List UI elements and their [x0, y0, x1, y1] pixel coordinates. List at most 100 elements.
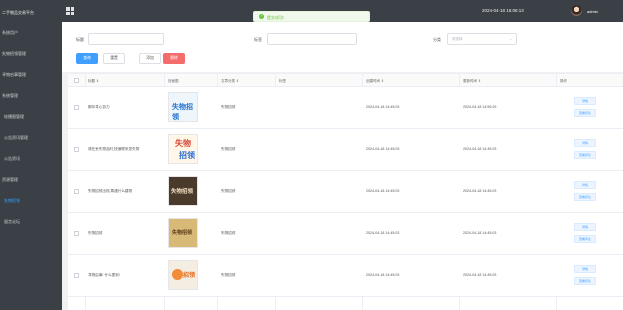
row-actions: 详情 查看评论: [574, 181, 596, 205]
row-category: 失物招领: [221, 105, 236, 109]
sidebar-item[interactable]: 失物招领: [0, 190, 62, 211]
row-updated: 2024-04-18 14:45:03: [463, 189, 497, 193]
row-title: 脚印寻心协力: [88, 105, 110, 109]
header-updated[interactable]: 更新时间 ⇕: [463, 79, 481, 84]
title-input[interactable]: [88, 33, 164, 45]
table-row[interactable]: 寻物启事! 什么提到! 失物招领 2024-04-18 14:45:03 2024-0…: [68, 255, 623, 297]
add-button[interactable]: 添加: [139, 53, 161, 64]
row-title: 失物招领出现,寒遇什么建物: [88, 189, 133, 193]
row-actions: 详情 查看评论: [574, 97, 596, 121]
row-created: 2024-04-18 14:45:03: [366, 105, 400, 109]
reset-button[interactable]: 重置: [103, 53, 125, 64]
row-title: 请在丢失物品时,快速联系您失物: [88, 147, 140, 151]
sidebar-item[interactable]: 轮播图管理: [0, 106, 62, 127]
check-icon: ✓: [259, 14, 264, 19]
detail-button[interactable]: 详情: [574, 181, 596, 189]
row-checkbox[interactable]: [74, 147, 79, 152]
row-actions: 详情 查看评论: [574, 139, 596, 163]
watermark: CSDN @MZ_ZXD001: [510, 296, 593, 305]
row-created: 2024-04-18 14:45:03: [366, 147, 400, 151]
thumb-text: 招领: [179, 151, 195, 160]
row-checkbox[interactable]: [74, 105, 79, 110]
data-table: 标题 ⇕ 封面图 文章分类 ⇕ 标签 创建时间 ⇕ 更新时间 ⇕ 操作 脚印寻心…: [68, 73, 623, 310]
row-actions: 详情 查看评论: [574, 265, 596, 289]
category-select-value: 请选择: [452, 37, 463, 41]
sidebar-item[interactable]: 失物招领管理: [0, 43, 62, 64]
title-label: 标题: [76, 37, 84, 42]
thumb-text: 失物招领: [172, 104, 193, 121]
table-header: 标题 ⇕ 封面图 文章分类 ⇕ 标签 创建时间 ⇕ 更新时间 ⇕ 操作: [68, 74, 623, 87]
app-brand: 二手物品交易平台: [2, 10, 34, 15]
sidebar-item[interactable]: 资源管理: [0, 169, 62, 190]
row-created: 2024-04-18 14:45:03: [366, 231, 400, 235]
row-created: 2024-04-18 14:45:03: [366, 273, 400, 277]
sidebar: 二手物品交易平台 系统用户 失物招领管理 寻物启事管理 系统管理 轮播图管理 公告资讯管理…: [0, 0, 62, 310]
row-actions: 详情 查看评论: [574, 223, 596, 247]
select-all-checkbox[interactable]: [74, 78, 79, 83]
view-comments-button[interactable]: 查看评论: [574, 193, 596, 201]
toast-message: 提交成功!: [267, 15, 285, 20]
row-updated: 2024-04-18 14:45:03: [463, 231, 497, 235]
username[interactable]: admin: [587, 9, 598, 14]
table-row[interactable]: 脚印寻心协力 失物招领 2024-04-18 14:45:03 2024-04-18 …: [68, 87, 623, 129]
row-updated: 2024-04-18 14:45:03: [463, 147, 497, 151]
cover-thumbnail: 失物招领: [168, 134, 198, 164]
sidebar-item[interactable]: 公告资讯: [0, 148, 62, 169]
chevron-down-icon: ⌄: [509, 37, 512, 41]
sidebar-item[interactable]: 系统管理: [0, 85, 62, 106]
table-row[interactable]: 请在丢失物品时,快速联系您失物 失物招领 2024-04-18 14:45:03 20…: [68, 129, 623, 171]
menu-grid-icon[interactable]: [66, 7, 74, 15]
tag-input[interactable]: [267, 33, 357, 45]
category-label: 分类: [433, 37, 441, 42]
delete-button[interactable]: 删除: [163, 53, 185, 64]
view-comments-button[interactable]: 查看评论: [574, 235, 596, 243]
success-toast: ✓ 提交成功!: [253, 11, 370, 22]
table-row[interactable]: 失物招领 失物招领 2024-04-18 14:45:03 2024-04-18 14…: [68, 213, 623, 255]
thumb-text: 失物: [175, 139, 191, 148]
row-created: 2024-04-18 14:45:03: [366, 189, 400, 193]
row-checkbox[interactable]: [74, 231, 79, 236]
header-category[interactable]: 文章分类 ⇕: [221, 79, 239, 84]
row-updated: 2024-04-18 14:59:29: [463, 105, 497, 109]
table-row[interactable]: 失物招领出现,寒遇什么建物 失物招领 2024-04-18 14:45:03 2024…: [68, 171, 623, 213]
header-title[interactable]: 标题 ⇕: [88, 79, 99, 84]
clock: 2024-04-18 15:06:13: [482, 8, 524, 13]
tag-label: 标签: [254, 37, 262, 42]
sidebar-item[interactable]: 公告资讯管理: [0, 127, 62, 148]
header-ops: 操作: [560, 79, 567, 83]
header-created[interactable]: 创建时间 ⇕: [366, 79, 384, 84]
cover-thumbnail: 招领: [168, 260, 198, 290]
detail-button[interactable]: 详情: [574, 97, 596, 105]
row-category: 失物招领: [221, 231, 236, 235]
avatar[interactable]: [571, 5, 582, 16]
view-comments-button[interactable]: 查看评论: [574, 277, 596, 285]
row-checkbox[interactable]: [74, 189, 79, 194]
sidebar-item[interactable]: 寻物启事管理: [0, 64, 62, 85]
thumb-text: 失物招领: [171, 189, 194, 195]
view-comments-button[interactable]: 查看评论: [574, 109, 596, 117]
badge-icon: [172, 269, 183, 280]
filter-bar: 标题 标签 分类 请选择 ⌄ 查询 重置 添加 删除: [62, 22, 623, 72]
header-cover: 封面图: [168, 79, 179, 83]
detail-button[interactable]: 详情: [574, 265, 596, 273]
detail-button[interactable]: 详情: [574, 139, 596, 147]
row-checkbox[interactable]: [74, 273, 79, 278]
header-tag: 标签: [279, 79, 286, 83]
query-button[interactable]: 查询: [76, 53, 98, 64]
row-title: 寻物启事! 什么提到!: [88, 273, 120, 277]
view-comments-button[interactable]: 查看评论: [574, 151, 596, 159]
row-category: 失物招领: [221, 189, 236, 193]
category-select[interactable]: 请选择 ⌄: [447, 33, 517, 45]
row-category: 失物招领: [221, 147, 236, 151]
detail-button[interactable]: 详情: [574, 223, 596, 231]
thumb-text: 失物招领: [172, 230, 193, 236]
sidebar-item[interactable]: 留言论坛: [0, 211, 62, 232]
row-updated: 2024-04-18 14:45:03: [463, 273, 497, 277]
cover-thumbnail: 失物招领: [168, 218, 198, 248]
sidebar-item[interactable]: 系统用户: [0, 22, 62, 43]
cover-thumbnail: 失物招领: [168, 92, 198, 122]
row-category: 失物招领: [221, 273, 236, 277]
sidebar-menu: 系统用户 失物招领管理 寻物启事管理 系统管理 轮播图管理 公告资讯管理 公告资讯 资源管理失…: [0, 22, 62, 232]
thumb-text: 招领: [183, 273, 196, 279]
row-title: 失物招领: [88, 231, 103, 235]
